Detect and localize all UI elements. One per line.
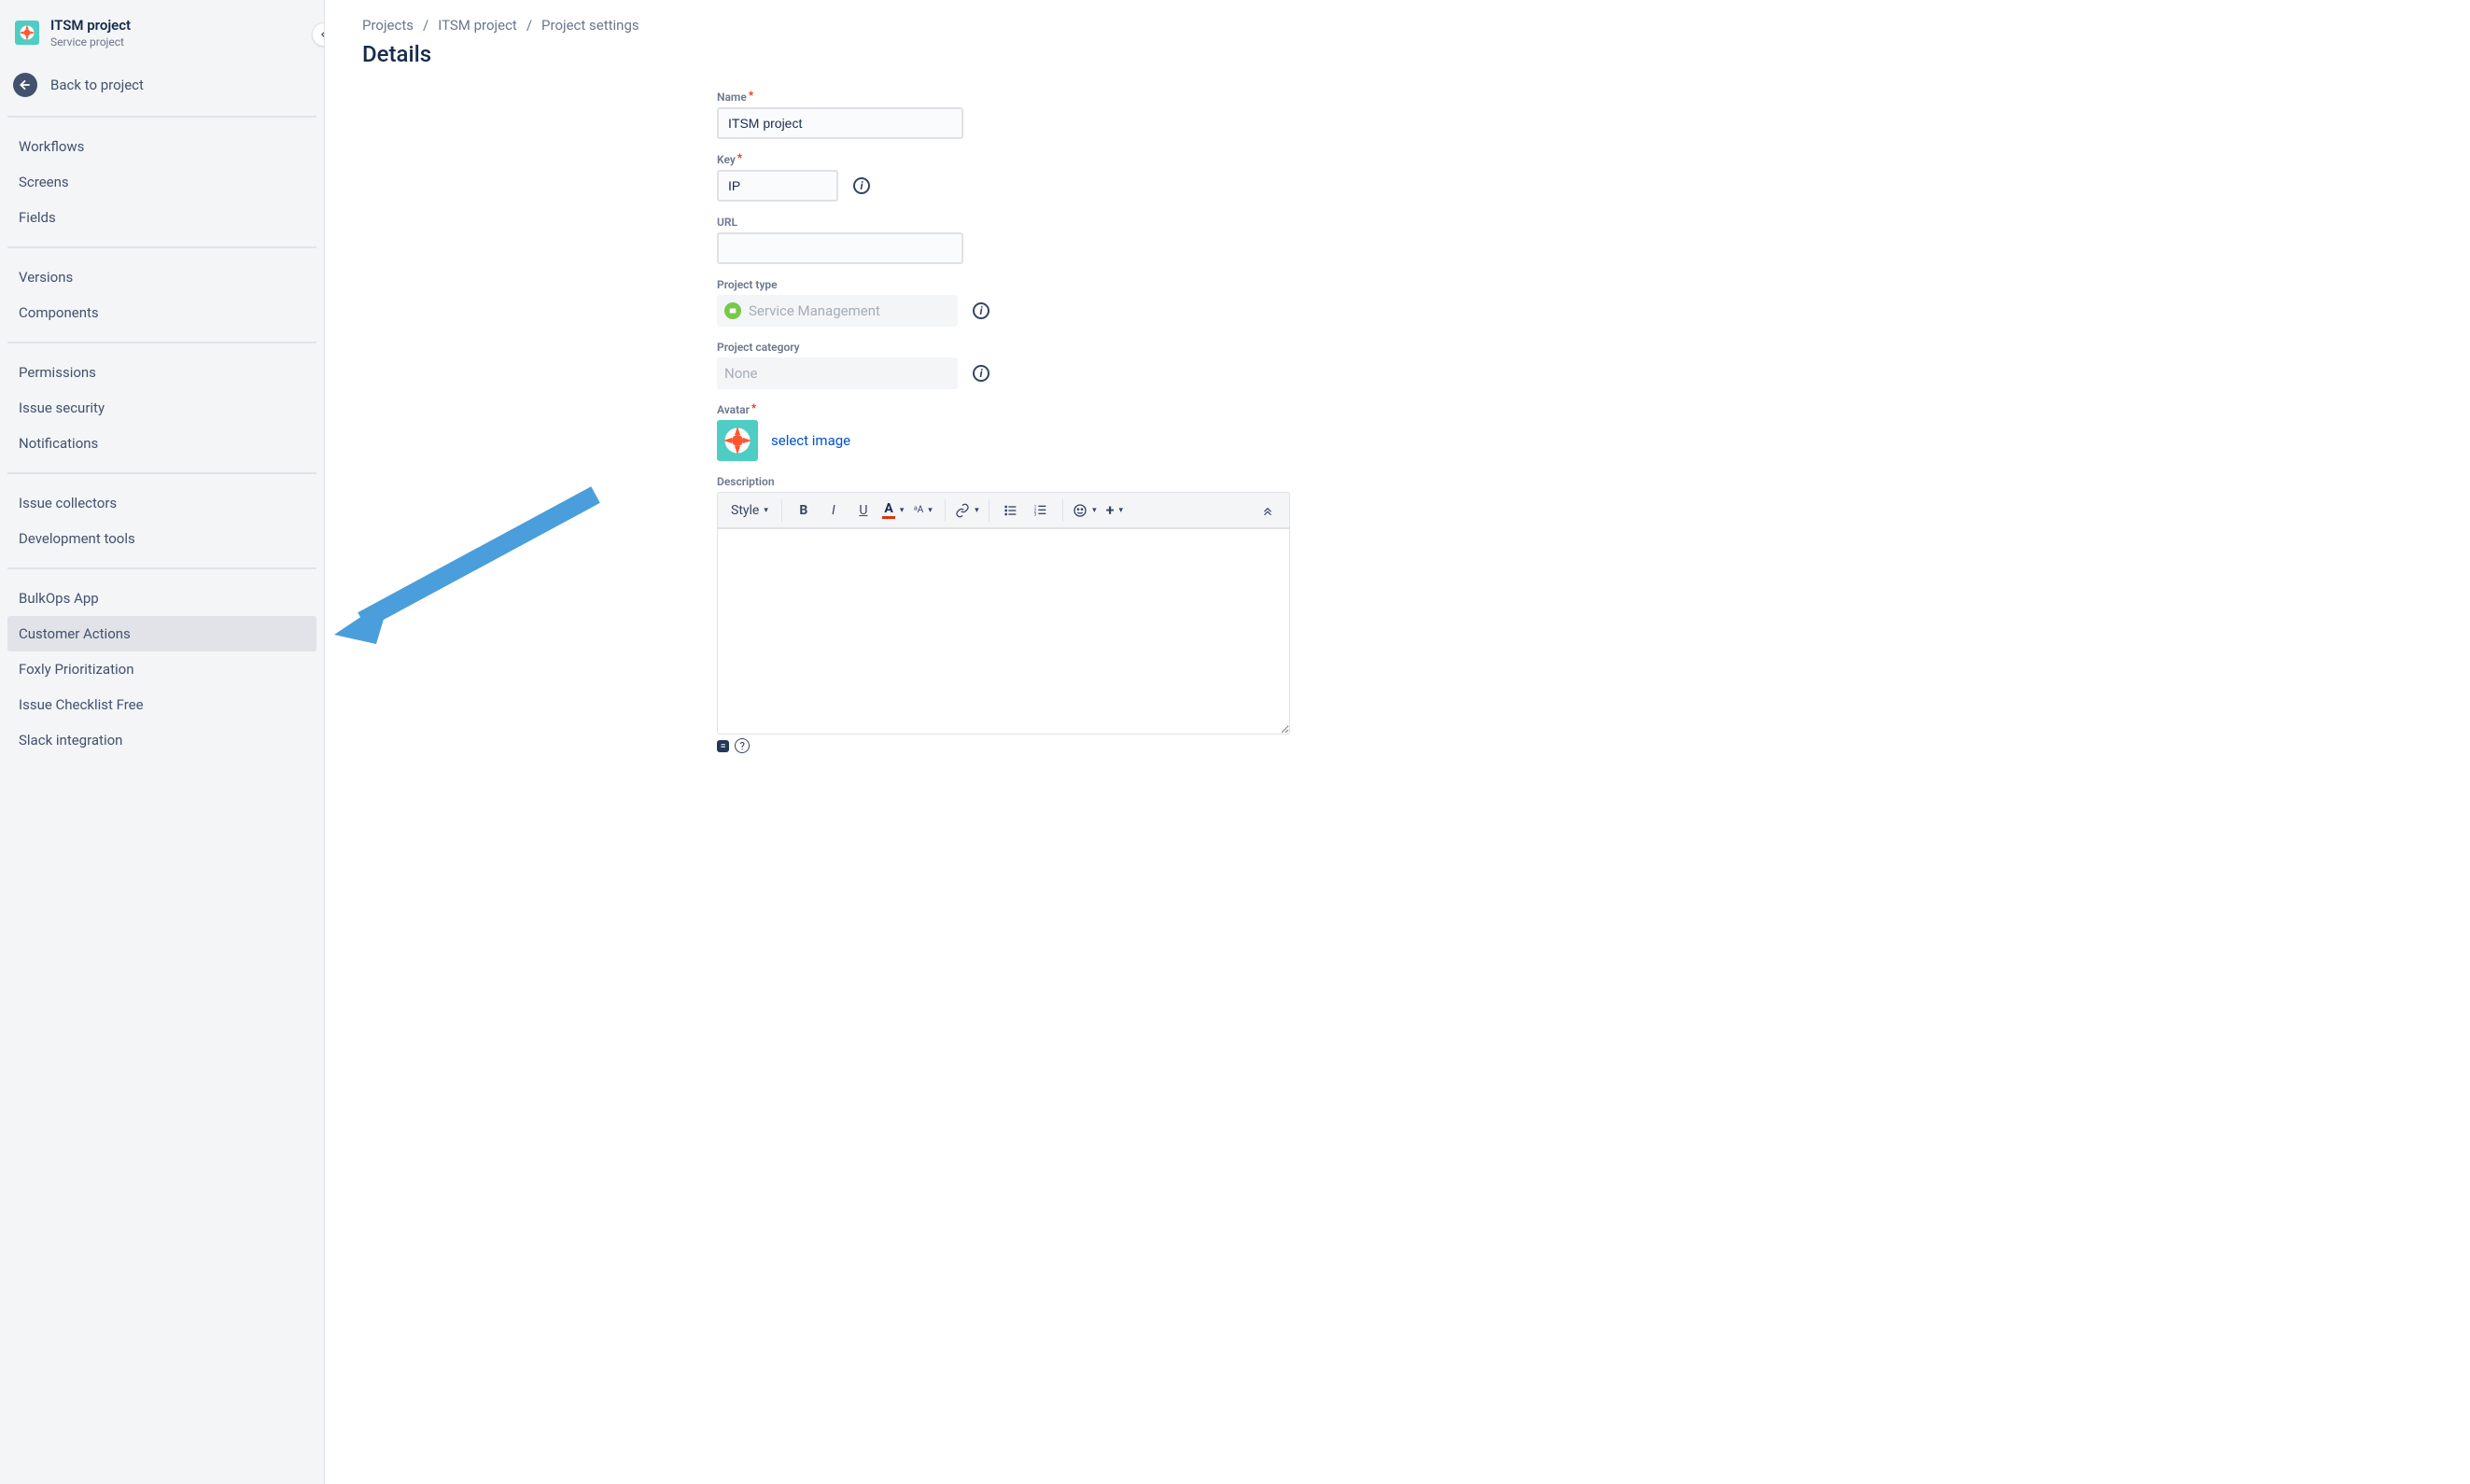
numbered-list-button[interactable]: 123	[1027, 497, 1055, 525]
breadcrumb: Projects / ITSM project / Project settin…	[362, 17, 2433, 34]
sidebar-item-bulkops-app[interactable]: BulkOps App	[7, 581, 316, 616]
url-label: URL	[717, 216, 737, 229]
sidebar-item-customer-actions[interactable]: Customer Actions	[7, 616, 316, 651]
link-button[interactable]: ▾	[953, 497, 981, 525]
avatar-label: Avatar	[717, 403, 756, 416]
service-management-icon	[724, 302, 741, 319]
underline-button[interactable]: U	[849, 497, 877, 525]
text-color-button[interactable]: A▾	[879, 497, 907, 525]
info-icon[interactable]: i	[853, 177, 870, 194]
info-icon[interactable]: i	[973, 365, 989, 382]
sidebar: ITSM project Service project Back to pro…	[0, 0, 325, 1484]
description-label: Description	[717, 475, 775, 488]
arrow-left-icon	[13, 73, 37, 97]
divider	[7, 472, 316, 474]
more-formatting-button[interactable]: ᵃA▾	[909, 497, 937, 525]
page-title: Details	[362, 41, 2433, 67]
sidebar-item-versions[interactable]: Versions	[7, 259, 316, 295]
key-input[interactable]	[717, 170, 838, 202]
select-image-link[interactable]: select image	[771, 432, 850, 449]
project-category-field[interactable]: None	[717, 357, 958, 389]
style-dropdown[interactable]: Style▾	[725, 497, 774, 525]
back-to-project-button[interactable]: Back to project	[0, 63, 324, 106]
sidebar-item-development-tools[interactable]: Development tools	[7, 521, 316, 556]
sidebar-item-issue-checklist-free[interactable]: Issue Checklist Free	[7, 687, 316, 722]
editor-mode-badge[interactable]: ≡	[717, 740, 729, 752]
description-editor: Style▾ B I U A▾ ᵃA▾ ▾	[717, 492, 1290, 753]
sidebar-item-screens[interactable]: Screens	[7, 164, 316, 200]
project-subtitle: Service project	[50, 35, 131, 49]
description-textarea[interactable]	[717, 529, 1290, 735]
chevron-down-icon: ▾	[1118, 506, 1123, 515]
project-avatar-icon	[15, 21, 39, 45]
breadcrumb-projects[interactable]: Projects	[362, 17, 414, 34]
main-content: Projects / ITSM project / Project settin…	[325, 0, 2470, 1484]
divider	[7, 116, 316, 118]
sidebar-item-foxly-prioritization[interactable]: Foxly Prioritization	[7, 651, 316, 687]
annotation-arrow	[325, 476, 624, 663]
emoji-button[interactable]: ▾	[1071, 497, 1099, 525]
project-title: ITSM project	[50, 17, 131, 34]
divider	[7, 246, 316, 248]
divider	[7, 567, 316, 569]
breadcrumb-settings[interactable]: Project settings	[541, 17, 639, 34]
chevron-down-icon: ▾	[975, 506, 979, 515]
avatar-preview	[717, 420, 758, 461]
name-input[interactable]	[717, 107, 963, 139]
info-icon[interactable]: i	[973, 302, 989, 319]
help-icon[interactable]: ?	[735, 738, 750, 753]
italic-button[interactable]: I	[820, 497, 848, 525]
chevron-down-icon: ▾	[1092, 506, 1097, 515]
divider	[7, 342, 316, 343]
bold-button[interactable]: B	[790, 497, 818, 525]
back-label: Back to project	[50, 77, 144, 93]
project-type-field: Service Management	[717, 295, 958, 327]
sidebar-item-components[interactable]: Components	[7, 295, 316, 330]
project-category-label: Project category	[717, 341, 800, 354]
sidebar-item-notifications[interactable]: Notifications	[7, 426, 316, 461]
sidebar-item-permissions[interactable]: Permissions	[7, 355, 316, 390]
sidebar-item-workflows[interactable]: Workflows	[7, 129, 316, 164]
sidebar-item-issue-security[interactable]: Issue security	[7, 390, 316, 426]
insert-more-button[interactable]: +▾	[1101, 497, 1129, 525]
key-label: Key	[717, 153, 742, 166]
sidebar-item-fields[interactable]: Fields	[7, 200, 316, 235]
collapse-toolbar-button[interactable]	[1254, 497, 1282, 525]
url-input[interactable]	[717, 232, 963, 264]
project-type-label: Project type	[717, 278, 778, 291]
sidebar-item-slack-integration[interactable]: Slack integration	[7, 722, 316, 758]
name-label: Name	[717, 91, 753, 104]
details-form: Name Key i URL Project type Service Mana…	[717, 90, 1296, 753]
breadcrumb-project[interactable]: ITSM project	[438, 17, 517, 34]
chevron-down-icon: ▾	[928, 506, 933, 515]
project-type-value: Service Management	[749, 302, 880, 319]
project-category-value: None	[724, 365, 758, 382]
svg-text:3: 3	[1034, 511, 1037, 517]
bullet-list-button[interactable]	[997, 497, 1025, 525]
sidebar-header: ITSM project Service project	[0, 0, 324, 63]
sidebar-item-issue-collectors[interactable]: Issue collectors	[7, 485, 316, 521]
chevron-down-icon: ▾	[764, 506, 768, 515]
editor-toolbar: Style▾ B I U A▾ ᵃA▾ ▾	[717, 492, 1290, 529]
chevron-down-icon: ▾	[900, 506, 905, 515]
